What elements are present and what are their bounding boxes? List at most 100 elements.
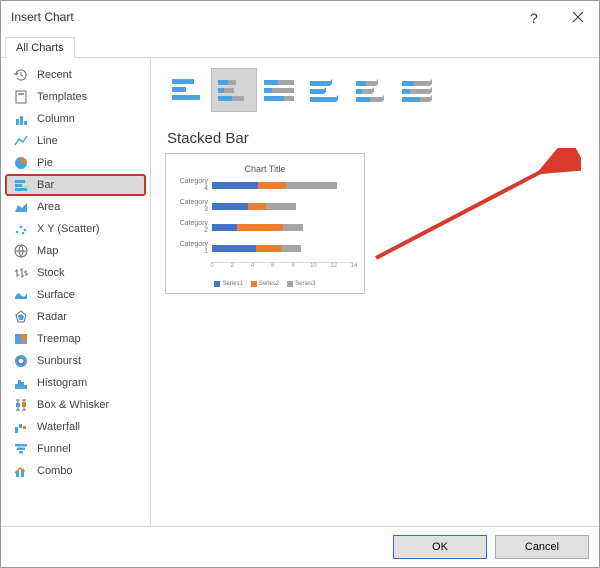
sidebar-item-label: Radar: [37, 311, 67, 323]
sidebar-item-combo[interactable]: Combo: [5, 460, 146, 482]
axis-tick: 4: [251, 263, 254, 269]
surface-icon: [13, 287, 29, 303]
column-icon: [13, 111, 29, 127]
sidebar-item-label: Bar: [37, 179, 54, 191]
help-button[interactable]: ?: [515, 1, 557, 33]
tab-strip: All Charts: [1, 33, 599, 58]
legend-label: Series2: [259, 281, 279, 287]
bar-segment: [212, 182, 258, 189]
radar-icon: [13, 309, 29, 325]
sidebar-item-label: Treemap: [37, 333, 81, 345]
sidebar-item-surface[interactable]: Surface: [5, 284, 146, 306]
sidebar-item-label: Column: [37, 113, 75, 125]
axis-tick: 2: [231, 263, 234, 269]
subtype-3d-100-stacked-bar[interactable]: [395, 68, 441, 112]
section-title: Stacked Bar: [167, 130, 585, 147]
bar-subtype-strip: [165, 68, 585, 112]
bar-segment: [256, 245, 281, 252]
sidebar-item-label: Pie: [37, 157, 53, 169]
sidebar-item-treemap[interactable]: Treemap: [5, 328, 146, 350]
bar-row: [212, 182, 354, 189]
recent-icon: [13, 67, 29, 83]
legend-swatch: [214, 281, 220, 287]
bar-segment: [237, 224, 283, 231]
sidebar-item-funnel[interactable]: Funnel: [5, 438, 146, 460]
sidebar-item-label: X Y (Scatter): [37, 223, 100, 235]
axis-tick: 8: [291, 263, 294, 269]
pie-icon: [13, 155, 29, 171]
bar-segment: [248, 203, 266, 210]
sidebar-item-line[interactable]: Line: [5, 130, 146, 152]
chart-preview[interactable]: Chart Title Category 4Category 3Category…: [165, 153, 365, 294]
bar-row: [212, 224, 354, 231]
sidebar-item-pie[interactable]: Pie: [5, 152, 146, 174]
x-axis: 02468101214: [212, 262, 354, 277]
treemap-icon: [13, 331, 29, 347]
sidebar-item-label: Recent: [37, 69, 72, 81]
button-label: Cancel: [525, 541, 559, 553]
sidebar-item-histogram[interactable]: Histogram: [5, 372, 146, 394]
cancel-button[interactable]: Cancel: [495, 535, 589, 559]
sidebar-item-area[interactable]: Area: [5, 196, 146, 218]
sidebar-item-sunburst[interactable]: Sunburst: [5, 350, 146, 372]
legend-label: Series3: [295, 281, 315, 287]
subtype-100-stacked-bar[interactable]: [257, 68, 303, 112]
funnel-icon: [13, 441, 29, 457]
legend-entry: Series1: [214, 281, 242, 287]
category-label: Category 1: [176, 241, 212, 255]
category-label: Category 3: [176, 199, 212, 213]
legend-entry: Series3: [287, 281, 315, 287]
templates-icon: [13, 89, 29, 105]
sidebar-item-templates[interactable]: Templates: [5, 86, 146, 108]
subtype-3d-clustered-bar[interactable]: [303, 68, 349, 112]
stock-icon: [13, 265, 29, 281]
insert-chart-dialog: Insert Chart ? All Charts Recent Templat…: [0, 0, 600, 568]
sidebar-item-label: Funnel: [37, 443, 71, 455]
subtype-clustered-bar[interactable]: [165, 68, 211, 112]
axis-tick: 12: [330, 263, 337, 269]
sidebar-item-bar[interactable]: Bar: [5, 174, 146, 196]
dialog-footer: OK Cancel: [1, 526, 599, 567]
sidebar-item-box-whisker[interactable]: Box & Whisker: [5, 394, 146, 416]
category-label: Category 2: [176, 220, 212, 234]
box-whisker-icon: [13, 397, 29, 413]
bar-segment: [212, 224, 237, 231]
sidebar-item-waterfall[interactable]: Waterfall: [5, 416, 146, 438]
sidebar-item-radar[interactable]: Radar: [5, 306, 146, 328]
line-icon: [13, 133, 29, 149]
axis-tick: 6: [271, 263, 274, 269]
annotation-arrow: [351, 148, 581, 278]
bar-segment: [281, 245, 301, 252]
sidebar-item-label: Line: [37, 135, 58, 147]
legend-label: Series1: [222, 281, 242, 287]
sidebar-item-scatter[interactable]: X Y (Scatter): [5, 218, 146, 240]
bar-segment: [212, 203, 248, 210]
sidebar-item-stock[interactable]: Stock: [5, 262, 146, 284]
sidebar-item-label: Waterfall: [37, 421, 80, 433]
axis-tick: 10: [310, 263, 317, 269]
titlebar: Insert Chart ?: [1, 1, 599, 33]
waterfall-icon: [13, 419, 29, 435]
sidebar-item-recent[interactable]: Recent: [5, 64, 146, 86]
close-button[interactable]: [557, 1, 599, 33]
chart-category-list: Recent Templates Column Line Pie Bar: [1, 58, 151, 526]
sidebar-item-label: Box & Whisker: [37, 399, 109, 411]
legend-entry: Series2: [251, 281, 279, 287]
sidebar-item-column[interactable]: Column: [5, 108, 146, 130]
sidebar-item-map[interactable]: Map: [5, 240, 146, 262]
bar-segment: [212, 245, 256, 252]
tab-all-charts[interactable]: All Charts: [5, 37, 75, 58]
bar-row: [212, 203, 354, 210]
scatter-icon: [13, 221, 29, 237]
bar-icon: [13, 177, 29, 193]
sidebar-item-label: Map: [37, 245, 58, 257]
ok-button[interactable]: OK: [393, 535, 487, 559]
axis-tick: 0: [210, 263, 213, 269]
combo-icon: [13, 463, 29, 479]
subtype-3d-stacked-bar[interactable]: [349, 68, 395, 112]
bar-row: [212, 245, 354, 252]
bar-segment: [266, 203, 296, 210]
subtype-stacked-bar[interactable]: [211, 68, 257, 112]
chart-legend: Series1 Series2 Series3: [176, 281, 354, 287]
map-icon: [13, 243, 29, 259]
